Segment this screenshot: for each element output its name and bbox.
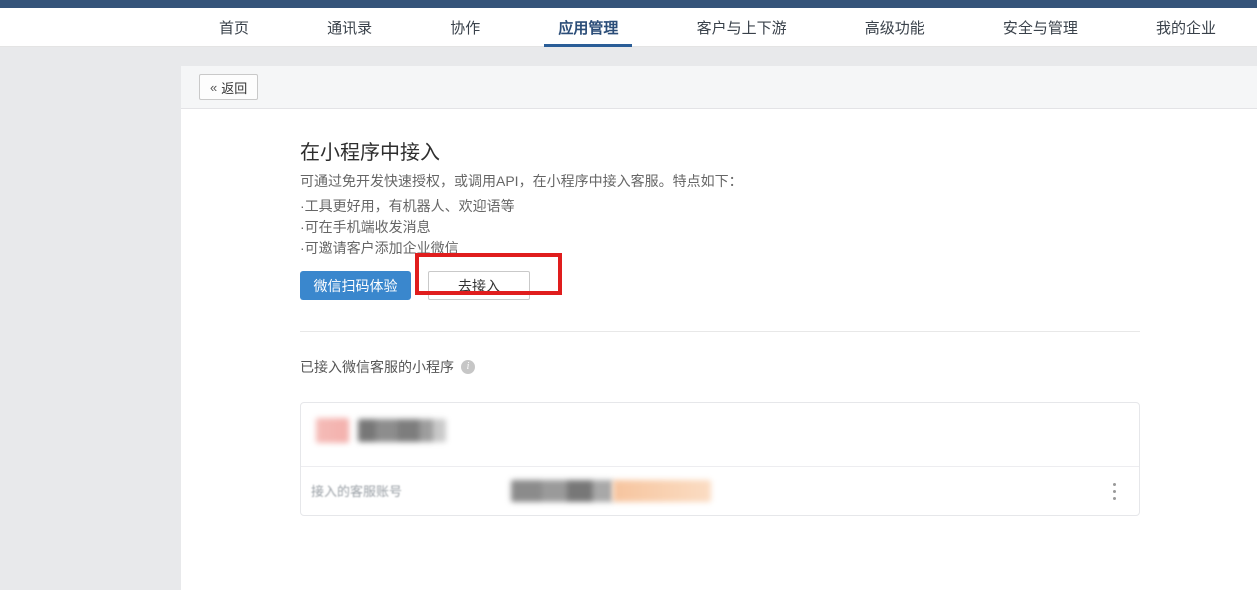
info-icon[interactable]: i [461, 360, 475, 374]
nav-tab-home[interactable]: 首页 [205, 8, 263, 47]
nav-tab-app-management[interactable]: 应用管理 [544, 8, 632, 47]
feature-bullet: ·可在手机端收发消息 [300, 217, 515, 238]
left-gray-panel [0, 47, 181, 590]
page: 首页 通讯录 协作 应用管理 客户与上下游 高级功能 安全与管理 我的企业 « … [0, 0, 1257, 590]
top-accent-bar [0, 0, 1257, 8]
redacted-miniprogram-icon [316, 418, 349, 443]
feature-bullet-list: ·工具更好用，有机器人、欢迎语等 ·可在手机端收发消息 ·可邀请客户添加企业微信 [300, 196, 515, 259]
wechat-scan-experience-button[interactable]: 微信扫码体验 [300, 271, 411, 300]
page-title: 在小程序中接入 [300, 136, 440, 165]
nav-tab-customers[interactable]: 客户与上下游 [683, 8, 801, 47]
back-chevron-icon: « [210, 80, 217, 95]
top-navbar: 首页 通讯录 协作 应用管理 客户与上下游 高级功能 安全与管理 我的企业 [0, 8, 1257, 47]
nav-tab-advanced[interactable]: 高级功能 [851, 8, 939, 47]
nav-tab-contacts[interactable]: 通讯录 [313, 8, 386, 47]
nav-tab-my-company[interactable]: 我的企业 [1142, 8, 1230, 47]
miniprogram-identity-row [301, 403, 1139, 467]
redacted-miniprogram-name [358, 419, 446, 442]
annotation-highlight-box [415, 253, 562, 295]
section-title-text: 已接入微信客服的小程序 [300, 357, 454, 377]
nav-tab-collaboration[interactable]: 协作 [436, 8, 494, 47]
back-button-label: 返回 [221, 78, 247, 97]
connected-account-label: 接入的客服账号 [311, 481, 402, 500]
nav-items: 首页 通讯录 协作 应用管理 客户与上下游 高级功能 安全与管理 我的企业 [205, 8, 1230, 47]
connected-miniprogram-card: 接入的客服账号 [300, 402, 1140, 516]
back-button[interactable]: « 返回 [199, 74, 258, 100]
connected-miniprogram-section-title: 已接入微信客服的小程序 i [300, 357, 475, 377]
redacted-account-detail [613, 480, 711, 502]
redacted-account-name [511, 480, 613, 502]
page-description: 可通过免开发快速授权，或调用API，在小程序中接入客服。特点如下： [300, 170, 743, 192]
content-top-gap [181, 47, 1257, 66]
section-divider [300, 331, 1140, 332]
connected-account-row: 接入的客服账号 [301, 467, 1139, 515]
more-options-icon[interactable] [1105, 476, 1123, 506]
feature-bullet: ·工具更好用，有机器人、欢迎语等 [300, 196, 515, 217]
back-toolbar: « 返回 [181, 66, 1257, 109]
nav-tab-security[interactable]: 安全与管理 [989, 8, 1092, 47]
